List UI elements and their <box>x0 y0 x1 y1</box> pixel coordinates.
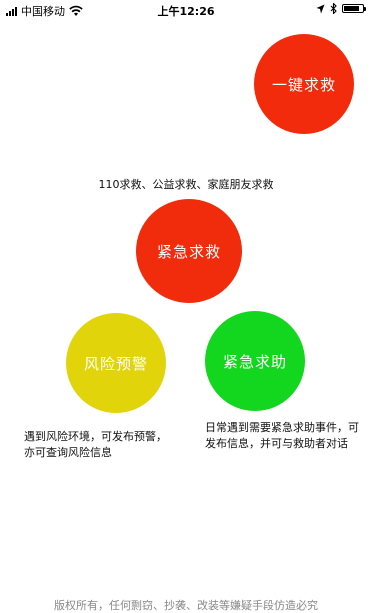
emergency-sos-label: 紧急求救 <box>156 242 221 261</box>
risk-warning-label: 风险预警 <box>83 354 148 373</box>
risk-warning-button[interactable]: 风险预警 <box>66 313 166 413</box>
emergency-help-button[interactable]: 紧急求助 <box>205 311 305 411</box>
copyright-notice: 版权所有，任何剽窃、抄袭、改装等嫌疑手段仿造必究 <box>54 599 318 612</box>
one-key-sos-button[interactable]: 一键求救 <box>254 34 354 134</box>
one-key-sos-label: 一键求救 <box>271 75 336 94</box>
emergency-help-label: 紧急求助 <box>222 352 287 371</box>
emergency-description: 110求救、公益求救、家庭朋友求救 <box>98 178 274 191</box>
emergency-sos-button[interactable]: 紧急求救 <box>136 199 242 303</box>
bluetooth-icon <box>330 3 337 14</box>
battery-icon <box>342 4 366 13</box>
location-arrow-icon <box>316 4 325 13</box>
status-bar: 中国移动 上午12:26 <box>0 0 372 20</box>
status-right <box>316 3 366 14</box>
risk-warning-description: 遇到风险环境，可发布预警，亦可查询风险信息 <box>24 430 167 459</box>
emergency-help-description: 日常遇到需要紧急求助事件，可发布信息，并可与救助者对话 <box>205 421 359 450</box>
